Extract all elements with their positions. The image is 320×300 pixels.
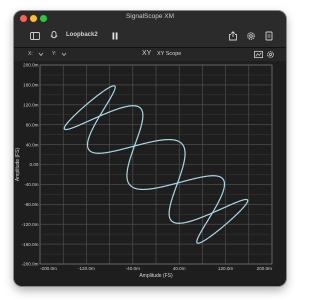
y-tick-label: 120.0m <box>23 103 38 108</box>
window-title: SignalScope XM <box>125 13 175 20</box>
x-tick-label: -40.0m <box>126 266 140 271</box>
x-tick-label: 120.0m <box>218 266 233 271</box>
y-tick-label: 80.0m <box>26 122 39 127</box>
app-window: SignalScope XM Loopback2 X: Y: XY XY Sco… <box>14 11 286 286</box>
x-tick-label: -200.0m <box>40 266 57 271</box>
y-tick-label: 0.00 <box>30 162 39 167</box>
input-source-label[interactable]: Loopback2 <box>66 32 98 38</box>
mode-label: XY <box>142 50 152 57</box>
display-settings-icon[interactable] <box>254 50 263 59</box>
y-tick-label: -200.0m <box>22 262 39 267</box>
x-tick-label: -120.0m <box>78 266 95 271</box>
xy-scope-plot[interactable]: -200.0m -120.0m -40.0m 40.0m 120.0m 200.0m 200… <box>14 61 286 286</box>
x-tick-label: 200.0m <box>257 266 272 271</box>
y-axis-label: Amplitude (FS) <box>15 147 21 181</box>
pause-icon[interactable] <box>110 31 120 41</box>
y-tick-label: 200.0m <box>23 63 38 68</box>
y-channel-label: Y: <box>52 51 57 57</box>
y-tick-label: -160.0m <box>22 242 39 247</box>
document-icon[interactable] <box>264 31 274 41</box>
x-axis-label: Amplitude (FS) <box>139 273 173 279</box>
toolbar: Loopback2 <box>14 25 286 48</box>
title-bar: SignalScope XM <box>14 11 286 25</box>
y-tick-label: 160.0m <box>23 83 38 88</box>
x-channel-label: X: <box>28 51 33 57</box>
y-tick-label: -80.0m <box>24 202 38 207</box>
y-tick-label: -120.0m <box>22 222 39 227</box>
y-tick-label: 40.0m <box>26 142 39 147</box>
y-tick-label: -40.0m <box>24 182 38 187</box>
sidebar-toggle-icon[interactable] <box>30 31 40 41</box>
view-name-label: XY Scope <box>157 51 182 57</box>
x-channel-dropdown-icon[interactable] <box>38 51 44 57</box>
scope-gear-icon[interactable] <box>266 50 275 59</box>
mic-icon[interactable] <box>49 31 59 41</box>
scope-controls-bar: X: Y: XY XY Scope <box>14 48 286 61</box>
x-tick-label: 40.0m <box>173 266 186 271</box>
scope-chart[interactable]: -200.0m -120.0m -40.0m 40.0m 120.0m 200.0m 200… <box>14 61 286 286</box>
share-icon[interactable] <box>228 31 238 41</box>
settings-gear-icon[interactable] <box>246 31 256 41</box>
y-channel-dropdown-icon[interactable] <box>61 51 67 57</box>
